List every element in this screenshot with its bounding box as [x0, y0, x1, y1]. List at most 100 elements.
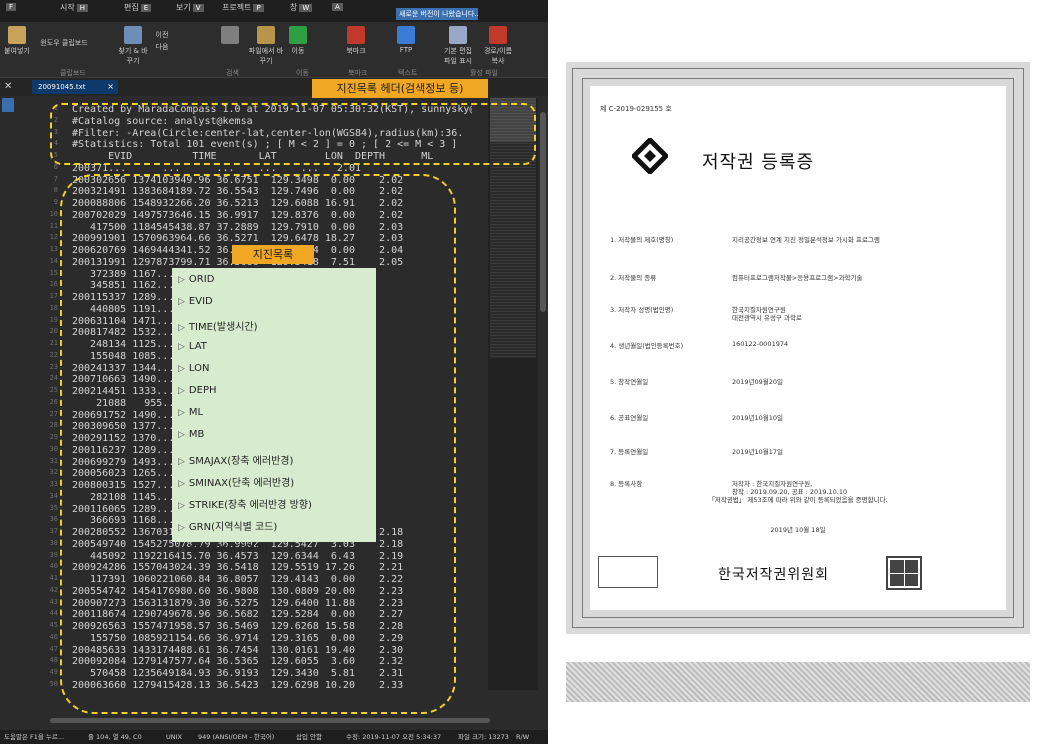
vertical-scrollbar[interactable]: [538, 96, 548, 708]
line-number: 15: [49, 268, 58, 277]
line-number: 38: [49, 538, 58, 547]
find-prev-button[interactable]: 이전: [150, 30, 174, 40]
triangle-bullet-icon: ▷: [178, 341, 185, 352]
tab-window[interactable]: 창W: [290, 2, 313, 20]
line-number: 13: [49, 245, 58, 253]
header-annotation-label: 지진목록 헤더(검색정보 등): [312, 79, 488, 98]
line-number: 18: [49, 303, 58, 312]
certificate-row-label: 3. 저작자 성명(법인명): [610, 306, 674, 314]
line-number: 30: [49, 444, 58, 453]
line-number: 12: [49, 233, 58, 242]
certificate-number: 제 C-2019-029155 호: [600, 105, 672, 113]
ftp-icon: [397, 26, 415, 44]
tab-home[interactable]: 시작 H: [60, 2, 88, 20]
line-number: 34: [49, 491, 58, 500]
triangle-bullet-icon: ▷: [178, 523, 185, 534]
status-rw[interactable]: R/W: [516, 730, 529, 744]
field-list-item: ▷ LAT: [178, 341, 376, 363]
tab-file[interactable]: F: [4, 2, 17, 20]
field-list-item: ▷ ML: [178, 407, 376, 429]
minimap[interactable]: [488, 98, 538, 690]
field-list-item: ▷ ORID: [178, 274, 376, 296]
status-file-size: 파일 크기: 13273: [458, 733, 509, 741]
copy-path-button[interactable]: 경로/이름 복사: [480, 26, 516, 66]
line-number: 27: [49, 409, 58, 418]
bookmark-button[interactable]: 북마크: [344, 26, 368, 56]
field-list-item: ▷ LON: [178, 363, 376, 385]
field-list-panel: ▷ ORID ▷ EVID ▷ TIME(발생시간) ▷ LAT ▷ LON ▷ DEPH ▷ ML ▷ MB…: [172, 268, 376, 555]
line-number: 9: [53, 198, 58, 206]
tab-edit[interactable]: 편집 E: [124, 2, 152, 20]
triangle-bullet-icon: ▷: [178, 363, 185, 374]
triangle-bullet-icon: ▷: [178, 297, 185, 308]
triangle-bullet-icon: ▷: [178, 500, 185, 511]
field-list-item: ▷ STRIKE(장축 에러반경 방향): [178, 496, 376, 518]
line-number: 22: [49, 350, 58, 359]
line-number: 44: [49, 609, 58, 618]
line-number: 20: [49, 327, 58, 336]
tab-project[interactable]: 프로젝트 P: [222, 2, 264, 20]
document-tab[interactable]: 20091045.txt ×: [32, 80, 118, 94]
tab-view[interactable]: 보기 V: [176, 2, 204, 20]
line-number: 21: [49, 339, 58, 347]
group-goto: 이동: [296, 69, 309, 77]
line-number: 8: [53, 186, 58, 195]
certificate-title: 저작권 등록증: [702, 152, 815, 173]
update-notice[interactable]: 새로운 버전이 나왔습니다...: [396, 8, 478, 20]
field-list-item: ▷ MB: [178, 429, 376, 451]
group-bookmark: 북마크: [348, 69, 368, 77]
line-number: 26: [49, 397, 58, 406]
line-number: 32: [49, 468, 58, 477]
close-icon[interactable]: ✕: [4, 81, 12, 92]
line-number: 14: [49, 256, 58, 265]
find-replace-button[interactable]: 찾기 & 바꾸기: [118, 26, 148, 66]
ribbon-toolbar: 붙여넣기 윈도우 클립보드 찾기 & 바꾸기 이전 다음 파일에서 바꾸기 이동…: [0, 22, 548, 78]
scroll-thumb[interactable]: [50, 718, 490, 723]
line-number: 46: [49, 632, 58, 641]
line-number: 28: [49, 421, 58, 430]
certificate-row-label: 6. 공표연월일: [610, 414, 649, 422]
clipboard-icon: [8, 26, 26, 44]
status-line-ending[interactable]: UNIX: [166, 730, 182, 744]
certificate-row-label: 8. 등록사항: [610, 480, 643, 488]
goto-button[interactable]: 이동: [286, 26, 310, 56]
certificate-row-value: 160122-0001974: [732, 340, 789, 348]
triangle-bullet-icon: ▷: [178, 430, 185, 441]
group-search: 검색: [226, 69, 239, 77]
certificate-row-label: 7. 등록연월일: [610, 448, 649, 456]
default-view-button[interactable]: 기본 편집 파일 표시: [440, 26, 476, 66]
stamp-box: [598, 556, 658, 588]
triangle-bullet-icon: ▷: [178, 478, 185, 489]
field-name: ML: [188, 407, 204, 419]
tab-help[interactable]: A: [330, 2, 343, 20]
status-mode[interactable]: 삽입 안함: [296, 730, 322, 744]
clipboard-button[interactable]: 윈도우 클립보드: [34, 38, 94, 48]
tab-close-icon[interactable]: ×: [107, 80, 114, 94]
line-number: 45: [49, 621, 58, 629]
field-name: SMINAX(단축 에러반경): [188, 477, 295, 489]
field-name: STRIKE(장축 에러반경 방향): [188, 499, 312, 511]
filter-button[interactable]: [210, 26, 250, 46]
scroll-thumb[interactable]: [540, 112, 546, 312]
ribbon-tab-bar: F 시작 H 편집 E 보기 V 프로젝트 P 창W A 새로운 버전이 나왔습니다..…: [0, 0, 548, 22]
status-encoding[interactable]: 949 (ANSI/OEM - 한국어): [198, 730, 274, 744]
binoculars-icon: [124, 26, 142, 44]
certificate-row-label: 5. 창작연월일: [610, 378, 649, 386]
document-icon: [449, 26, 467, 44]
find-next-button[interactable]: 다음: [150, 42, 174, 52]
ftp-button[interactable]: FTP: [394, 26, 418, 54]
find-in-files-button[interactable]: 파일에서 바꾸기: [246, 26, 286, 66]
horizontal-scrollbar[interactable]: [36, 716, 536, 724]
line-number: 43: [49, 597, 58, 606]
status-position[interactable]: 줄 104, 열 49, C0: [88, 730, 142, 744]
arrow-right-icon: [289, 26, 307, 44]
line-number: 40: [49, 562, 58, 571]
group-text: 텍스트: [398, 69, 418, 77]
paste-button[interactable]: 붙여넣기: [4, 26, 30, 56]
certificate-statement: 「저작권법」 제53조에 따라 위와 같이 등록되었음을 증명합니다.: [708, 496, 888, 504]
bookmark-icon: [347, 26, 365, 44]
line-number: 6: [53, 162, 58, 171]
certificate-border-strip: [566, 662, 1030, 702]
group-clipboard: 클립보드: [60, 69, 86, 77]
group-active-file: 활성 파일: [470, 69, 498, 77]
